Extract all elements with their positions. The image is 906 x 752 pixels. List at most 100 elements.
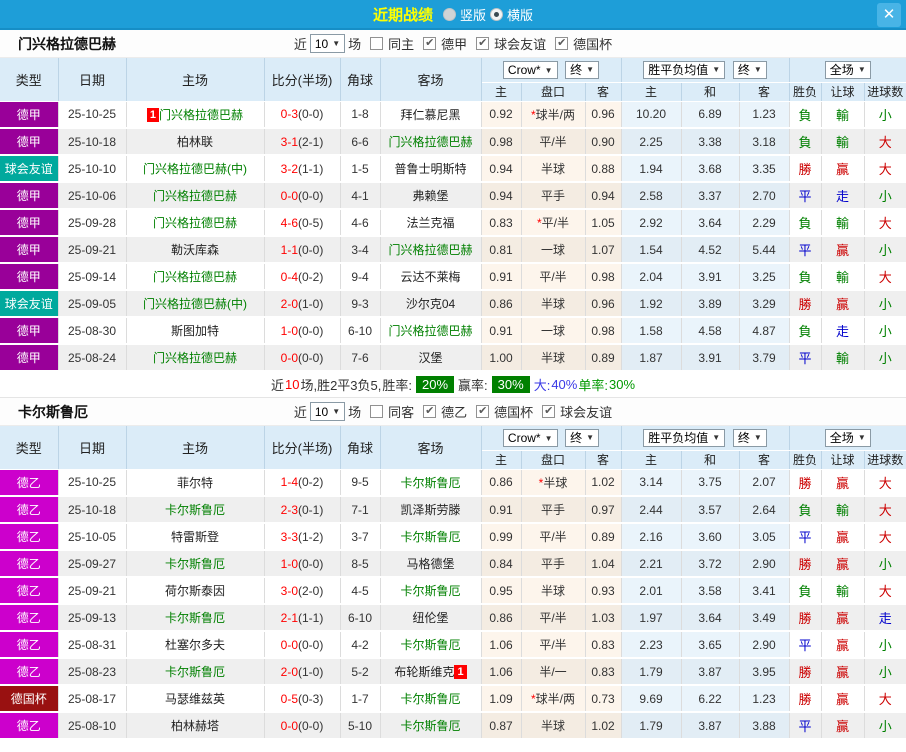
league-checkbox[interactable] xyxy=(423,405,436,418)
halftime-score: (1-2) xyxy=(298,530,323,544)
cell-handicap: 半/一 xyxy=(521,658,585,685)
cell-corners: 1-5 xyxy=(340,155,380,182)
match-count-select[interactable]: 10▼ xyxy=(310,402,345,421)
cell-result-spread: 走 xyxy=(821,182,864,209)
match-count-select[interactable]: 10▼ xyxy=(310,34,345,53)
cell-result-goals: 大 xyxy=(864,209,906,236)
cell-home-odds: 0.95 xyxy=(481,577,521,604)
radio-unselected-icon[interactable] xyxy=(443,8,456,21)
cell-avg-home: 2.16 xyxy=(621,523,681,550)
close-icon[interactable]: ✕ xyxy=(877,3,901,27)
cell-result-spread: 輸 xyxy=(821,128,864,155)
red-card-badge: 1 xyxy=(147,108,159,122)
league-checkbox[interactable] xyxy=(542,405,555,418)
avg-stage-select[interactable]: 终▼ xyxy=(733,61,767,79)
avg-stage-select[interactable]: 终▼ xyxy=(733,429,767,447)
cell-away-team: 卡尔斯鲁厄 xyxy=(380,523,481,550)
cell-date: 25-08-17 xyxy=(58,685,126,712)
cell-home-team: 卡尔斯鲁厄 xyxy=(126,604,264,631)
cell-result-spread: 輸 xyxy=(821,344,864,371)
radio-selected-icon[interactable] xyxy=(490,8,503,21)
chevron-down-icon: ▼ xyxy=(754,433,762,442)
cell-away-odds: 1.02 xyxy=(585,469,621,496)
table-row: 球会友谊25-10-10门兴格拉德巴赫(中)3-2(1-1)1-5普鲁士明斯特0… xyxy=(0,155,906,182)
league-checkbox[interactable] xyxy=(476,37,489,50)
cell-avg-home: 1.97 xyxy=(621,604,681,631)
cell-result-spread: 輸 xyxy=(821,209,864,236)
handicap-value: 平/半 xyxy=(539,135,566,149)
cell-result-spread: 贏 xyxy=(821,155,864,182)
filter-near-label: 近 xyxy=(294,34,307,53)
scope-select[interactable]: 全场▼ xyxy=(825,429,871,447)
cell-home-team: 荷尔斯泰因 xyxy=(126,577,264,604)
cell-score: 0-5(0-3) xyxy=(264,685,340,712)
cell-avg-away: 4.87 xyxy=(739,317,789,344)
cell-match-type: 德乙 xyxy=(0,712,58,739)
col-spread: 让球 xyxy=(821,82,864,101)
cell-result-spread: 輸 xyxy=(821,577,864,604)
same-venue-checkbox[interactable] xyxy=(370,405,383,418)
cell-away-team: 布轮斯维克1 xyxy=(380,658,481,685)
cell-match-type: 德乙 xyxy=(0,550,58,577)
table-row: 德甲25-09-28门兴格拉德巴赫4-6(0-5)4-6法兰克福0.83*平/半… xyxy=(0,209,906,236)
handicap-value: 平/半 xyxy=(539,270,566,284)
summary-text: 赢率: xyxy=(458,375,488,394)
layout-radio-vertical[interactable]: 竖版 xyxy=(443,5,486,24)
avg-metric-select[interactable]: 胜平负均值▼ xyxy=(643,61,725,79)
cell-home-odds: 0.84 xyxy=(481,550,521,577)
cell-match-type: 德甲 xyxy=(0,263,58,290)
cell-score: 2-0(1-0) xyxy=(264,290,340,317)
cell-away-odds: 0.83 xyxy=(585,658,621,685)
cell-avg-home: 2.25 xyxy=(621,128,681,155)
layout-radio-horizontal[interactable]: 横版 xyxy=(490,5,533,24)
matches-table-away: 类型 日期 主场 比分(半场) 角球 客场 Crow*▼ 终▼ 胜平负均值▼ 终… xyxy=(0,426,906,740)
cell-result-spread: 輸 xyxy=(821,496,864,523)
col-avg-home: 主 xyxy=(621,82,681,101)
cell-away-odds: 0.98 xyxy=(585,317,621,344)
scope-select[interactable]: 全场▼ xyxy=(825,61,871,79)
col-corner: 角球 xyxy=(340,58,380,101)
league-checkbox[interactable] xyxy=(555,37,568,50)
cell-result-goals: 大 xyxy=(864,469,906,496)
cell-avg-away: 3.88 xyxy=(739,712,789,739)
radio-vertical-label: 竖版 xyxy=(460,5,486,24)
away-team-name: 纽伦堡 xyxy=(412,611,448,625)
cell-avg-draw: 3.65 xyxy=(681,631,739,658)
cell-avg-away: 3.25 xyxy=(739,263,789,290)
cell-avg-draw: 3.89 xyxy=(681,290,739,317)
cell-home-odds: 0.99 xyxy=(481,523,521,550)
table-row: 球会友谊25-09-05门兴格拉德巴赫(中)2-0(1-0)9-3沙尔克040.… xyxy=(0,290,906,317)
home-team-name: 门兴格拉德巴赫 xyxy=(153,351,237,365)
avg-metric-select[interactable]: 胜平负均值▼ xyxy=(643,429,725,447)
chevron-down-icon: ▼ xyxy=(754,65,762,74)
away-team-name: 卡尔斯鲁厄 xyxy=(400,530,460,544)
cell-result-goals: 小 xyxy=(864,317,906,344)
cell-home-team: 菲尔特 xyxy=(126,469,264,496)
cell-avg-draw: 3.91 xyxy=(681,263,739,290)
cell-date: 25-10-05 xyxy=(58,523,126,550)
odds-stage-select[interactable]: 终▼ xyxy=(565,61,599,79)
cell-avg-away: 3.49 xyxy=(739,604,789,631)
table-row: 德乙25-09-13卡尔斯鲁厄2-1(1-1)6-10纽伦堡0.86平/半1.0… xyxy=(0,604,906,631)
same-venue-checkbox[interactable] xyxy=(370,37,383,50)
league-label: 德乙 xyxy=(441,402,467,421)
cell-corners: 7-1 xyxy=(340,496,380,523)
col-date: 日期 xyxy=(58,58,126,101)
cell-away-team: 凯泽斯劳滕 xyxy=(380,496,481,523)
handicap-value: 平手 xyxy=(541,503,565,517)
odds-stage-select[interactable]: 终▼ xyxy=(565,429,599,447)
halftime-score: (2-0) xyxy=(298,584,323,598)
handicap-value: 平/半 xyxy=(542,216,569,230)
cell-result-wdl: 平 xyxy=(789,712,821,739)
bookmaker-select[interactable]: Crow*▼ xyxy=(503,61,558,79)
cell-avg-draw: 4.58 xyxy=(681,317,739,344)
cell-away-odds: 0.73 xyxy=(585,685,621,712)
halftime-score: (0-0) xyxy=(298,638,323,652)
bookmaker-select[interactable]: Crow*▼ xyxy=(503,429,558,447)
league-checkbox[interactable] xyxy=(476,405,489,418)
halftime-score: (0-0) xyxy=(298,107,323,121)
league-checkbox[interactable] xyxy=(423,37,436,50)
handicap-value: 半球 xyxy=(541,584,565,598)
cell-date: 25-08-31 xyxy=(58,631,126,658)
cell-avg-draw: 3.38 xyxy=(681,128,739,155)
